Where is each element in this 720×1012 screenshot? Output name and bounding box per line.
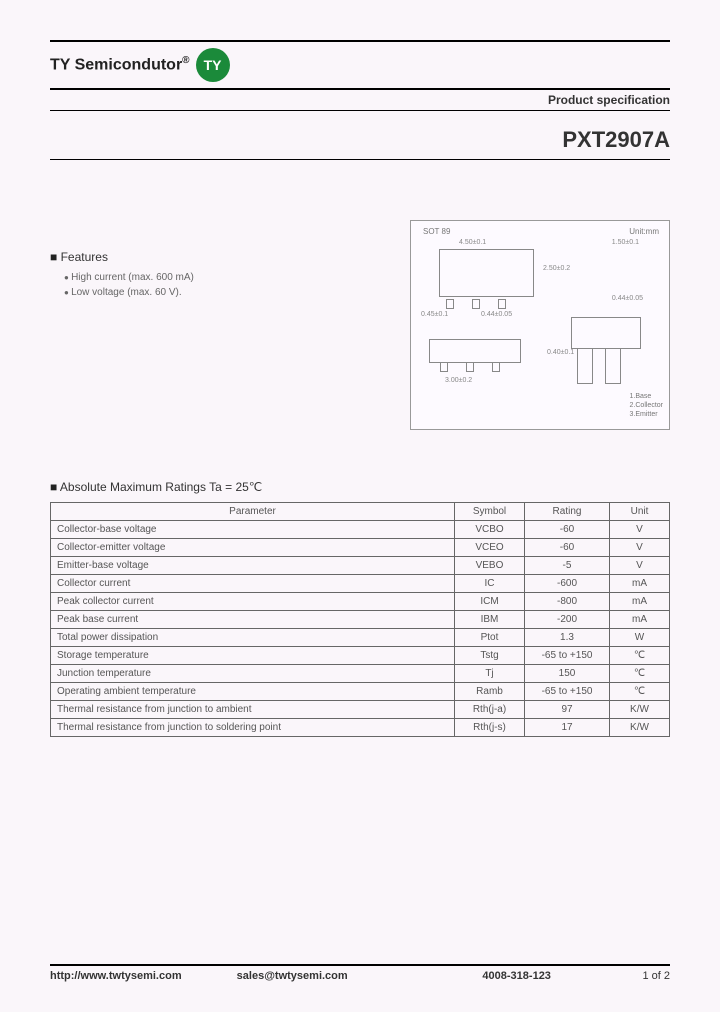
part-number-row: PXT2907A [50, 111, 670, 160]
table-row: Peak base currentIBM-200mA [51, 611, 670, 629]
pins-icon [446, 299, 506, 309]
cell-unit: W [610, 629, 670, 647]
cell-parameter: Total power dissipation [51, 629, 455, 647]
col-unit: Unit [610, 503, 670, 521]
cell-parameter: Emitter-base voltage [51, 557, 455, 575]
product-specification-label: Product specification [50, 88, 670, 111]
cell-unit: mA [610, 611, 670, 629]
cell-parameter: Thermal resistance from junction to sold… [51, 719, 455, 737]
footer-email: sales@twtysemi.com [237, 970, 424, 982]
part-number: PXT2907A [562, 127, 670, 152]
cell-rating: -60 [525, 539, 610, 557]
cell-rating: -5 [525, 557, 610, 575]
cell-rating: 97 [525, 701, 610, 719]
cell-unit: V [610, 539, 670, 557]
cell-parameter: Storage temperature [51, 647, 455, 665]
cell-rating: 1.3 [525, 629, 610, 647]
outline-top-icon [439, 249, 534, 297]
cell-unit: K/W [610, 719, 670, 737]
cell-symbol: Rth(j-a) [455, 701, 525, 719]
cell-symbol: Tstg [455, 647, 525, 665]
col-symbol: Symbol [455, 503, 525, 521]
dimension-label: 3.00±0.2 [445, 377, 472, 384]
cell-rating: 150 [525, 665, 610, 683]
package-diagram: SOT 89 Unit:mm 4.50±0.1 1.50±0.1 2.50±0.… [410, 220, 670, 430]
cell-unit: mA [610, 593, 670, 611]
table-row: Collector-base voltageVCBO-60V [51, 521, 670, 539]
page-number: 1 of 2 [610, 970, 670, 982]
table-row: Total power dissipationPtot1.3W [51, 629, 670, 647]
cell-symbol: IC [455, 575, 525, 593]
outline-side-icon [429, 339, 521, 363]
package-label: SOT 89 [423, 227, 450, 236]
table-row: Collector-emitter voltageVCEO-60V [51, 539, 670, 557]
cell-rating: -200 [525, 611, 610, 629]
col-parameter: Parameter [51, 503, 455, 521]
table-row: Collector currentIC-600mA [51, 575, 670, 593]
unit-label: Unit:mm [629, 227, 659, 236]
cell-rating: -600 [525, 575, 610, 593]
features-heading: Features [50, 250, 390, 264]
feature-item: High current (max. 600 mA) [64, 272, 390, 283]
brand-name: TY Semicondutor® [50, 55, 190, 74]
cell-unit: mA [610, 575, 670, 593]
cell-parameter: Operating ambient temperature [51, 683, 455, 701]
ratings-section: Absolute Maximum Ratings Ta = 25℃ Parame… [50, 480, 670, 737]
table-row: Operating ambient temperatureRamb-65 to … [51, 683, 670, 701]
cell-rating: -65 to +150 [525, 647, 610, 665]
cell-parameter: Thermal resistance from junction to ambi… [51, 701, 455, 719]
ratings-heading: Absolute Maximum Ratings Ta = 25℃ [50, 480, 670, 494]
brand-row: TY Semicondutor® TY [50, 48, 670, 82]
cell-symbol: VEBO [455, 557, 525, 575]
pin-labels: 1.Base 2.Collector 3.Emitter [630, 392, 663, 419]
feature-item: Low voltage (max. 60 V). [64, 287, 390, 298]
table-row: Peak collector currentICM-800mA [51, 593, 670, 611]
cell-unit: ℃ [610, 683, 670, 701]
cell-symbol: Ptot [455, 629, 525, 647]
footer-url: http://www.twtysemi.com [50, 970, 237, 982]
table-row: Storage temperatureTstg-65 to +150℃ [51, 647, 670, 665]
table-header-row: Parameter Symbol Rating Unit [51, 503, 670, 521]
cell-unit: ℃ [610, 647, 670, 665]
cell-unit: V [610, 557, 670, 575]
dimension-label: 0.44±0.05 [481, 311, 512, 318]
dimension-label: 1.50±0.1 [612, 239, 639, 246]
outline-bottom-icon [571, 317, 641, 397]
dimension-label: 0.45±0.1 [421, 311, 448, 318]
cell-unit: K/W [610, 701, 670, 719]
cell-symbol: ICM [455, 593, 525, 611]
col-rating: Rating [525, 503, 610, 521]
cell-parameter: Junction temperature [51, 665, 455, 683]
cell-rating: 17 [525, 719, 610, 737]
cell-parameter: Collector current [51, 575, 455, 593]
table-row: Emitter-base voltageVEBO-5V [51, 557, 670, 575]
cell-rating: -60 [525, 521, 610, 539]
cell-symbol: VCBO [455, 521, 525, 539]
cell-rating: -800 [525, 593, 610, 611]
table-row: Thermal resistance from junction to sold… [51, 719, 670, 737]
cell-symbol: VCEO [455, 539, 525, 557]
table-row: Thermal resistance from junction to ambi… [51, 701, 670, 719]
footer: http://www.twtysemi.com sales@twtysemi.c… [50, 964, 670, 982]
cell-parameter: Peak collector current [51, 593, 455, 611]
ratings-table: Parameter Symbol Rating Unit Collector-b… [50, 502, 670, 737]
brand-logo-icon: TY [196, 48, 230, 82]
cell-symbol: Tj [455, 665, 525, 683]
cell-unit: V [610, 521, 670, 539]
cell-parameter: Peak base current [51, 611, 455, 629]
cell-symbol: IBM [455, 611, 525, 629]
cell-unit: ℃ [610, 665, 670, 683]
cell-parameter: Collector-emitter voltage [51, 539, 455, 557]
dimension-label: 0.44±0.05 [612, 295, 643, 302]
table-row: Junction temperatureTj150℃ [51, 665, 670, 683]
footer-phone: 4008-318-123 [423, 970, 610, 982]
features-section: Features High current (max. 600 mA) Low … [50, 220, 390, 430]
dimension-label: 2.50±0.2 [543, 265, 570, 272]
cell-rating: -65 to +150 [525, 683, 610, 701]
cell-parameter: Collector-base voltage [51, 521, 455, 539]
cell-symbol: Ramb [455, 683, 525, 701]
cell-symbol: Rth(j-s) [455, 719, 525, 737]
dimension-label: 4.50±0.1 [459, 239, 486, 246]
